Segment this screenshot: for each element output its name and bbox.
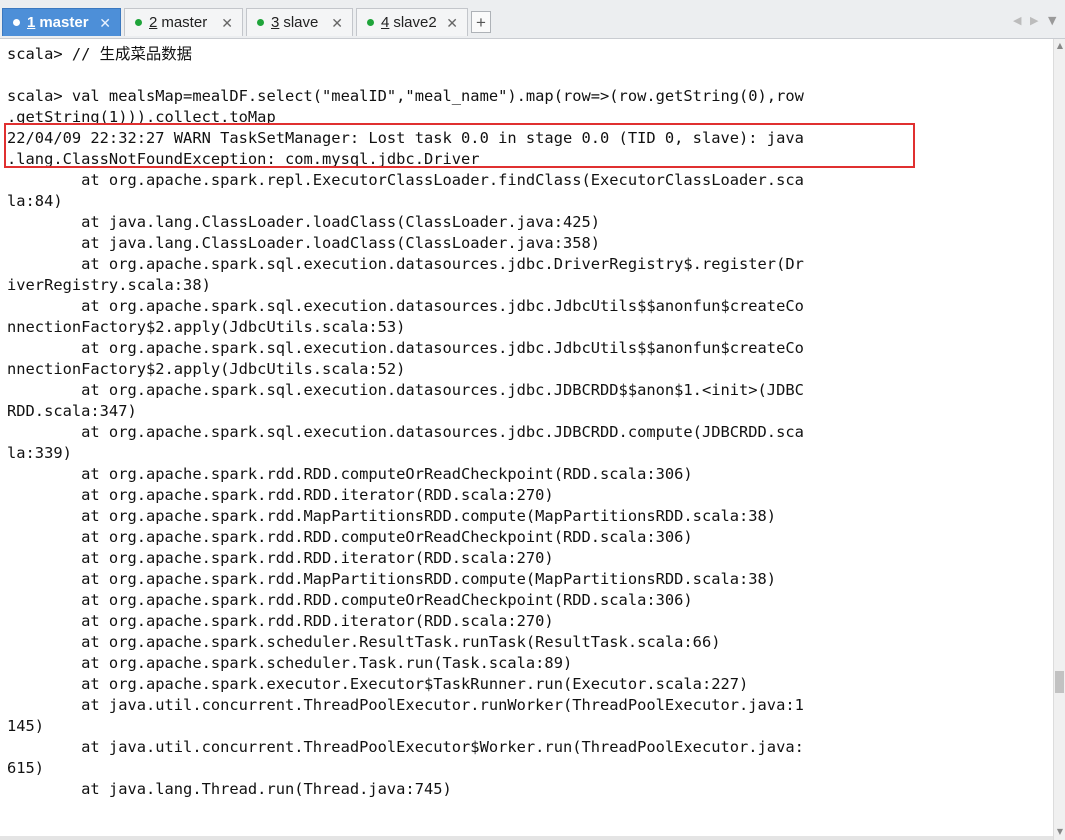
- terminal-line: at org.apache.spark.repl.ExecutorClassLo…: [7, 171, 804, 189]
- horizontal-scrollbar[interactable]: [0, 836, 1053, 840]
- scrollbar-thumb[interactable]: [1055, 671, 1064, 693]
- terminal-line: nnectionFactory$2.apply(JdbcUtils.scala:…: [7, 318, 406, 336]
- error-highlight-box: [4, 123, 915, 168]
- close-icon[interactable]: ✕: [331, 15, 343, 32]
- scroll-down-icon[interactable]: ▼: [1055, 827, 1065, 837]
- terminal-line: la:84): [7, 192, 63, 210]
- close-icon[interactable]: ✕: [221, 15, 233, 32]
- terminal-line: RDD.scala:347): [7, 402, 137, 420]
- tab-number: 4: [381, 14, 390, 31]
- terminal-line: at org.apache.spark.rdd.RDD.iterator(RDD…: [7, 486, 554, 504]
- status-dot-icon: [135, 19, 142, 26]
- tab-number: 1: [27, 14, 36, 31]
- tab-bar: 1 master ✕ 2 master ✕ 3 slave ✕ 4 slave2…: [0, 0, 1065, 39]
- terminal-line: at org.apache.spark.sql.execution.dataso…: [7, 297, 804, 315]
- status-dot-icon: [13, 19, 20, 26]
- terminal-line: 145): [7, 717, 45, 735]
- terminal-line: at org.apache.spark.rdd.RDD.computeOrRea…: [7, 591, 693, 609]
- terminal-line: nnectionFactory$2.apply(JdbcUtils.scala:…: [7, 360, 406, 378]
- tab-label: master: [161, 14, 208, 31]
- terminal-line: scala> val mealsMap=mealDF.select("mealI…: [7, 87, 804, 105]
- tab-menu-icon[interactable]: ▼: [1048, 14, 1056, 27]
- tab-label: slave2: [393, 14, 437, 31]
- terminal-line: at java.lang.ClassLoader.loadClass(Class…: [7, 213, 601, 231]
- terminal-output[interactable]: scala> // 生成菜品数据 scala> val mealsMap=meal…: [0, 39, 1053, 840]
- terminal-line: at org.apache.spark.executor.Executor$Ta…: [7, 675, 749, 693]
- tab-number: 3: [271, 14, 280, 31]
- tab-4-slave2[interactable]: 4 slave2 ✕: [356, 8, 468, 36]
- terminal-line: at org.apache.spark.rdd.RDD.iterator(RDD…: [7, 612, 554, 630]
- close-icon[interactable]: ✕: [99, 15, 111, 32]
- terminal-line: 615): [7, 759, 45, 777]
- scroll-tabs-left-icon[interactable]: ◀: [1013, 14, 1021, 27]
- terminal-line: at org.apache.spark.sql.execution.dataso…: [7, 339, 804, 357]
- terminal-line: at java.lang.Thread.run(Thread.java:745): [7, 780, 452, 798]
- terminal-line: iverRegistry.scala:38): [7, 276, 211, 294]
- terminal-line: at org.apache.spark.rdd.MapPartitionsRDD…: [7, 507, 777, 525]
- terminal-line: at org.apache.spark.sql.execution.dataso…: [7, 255, 804, 273]
- tab-2-master[interactable]: 2 master ✕: [124, 8, 243, 36]
- status-dot-icon: [257, 19, 264, 26]
- status-dot-icon: [367, 19, 374, 26]
- scroll-tabs-right-icon[interactable]: ▶: [1030, 14, 1038, 27]
- terminal-line: at org.apache.spark.sql.execution.dataso…: [7, 423, 804, 441]
- terminal-line: at org.apache.spark.sql.execution.dataso…: [7, 381, 804, 399]
- tab-1-master[interactable]: 1 master ✕: [2, 8, 121, 36]
- terminal-line: at org.apache.spark.rdd.RDD.computeOrRea…: [7, 528, 693, 546]
- terminal-line: at java.lang.ClassLoader.loadClass(Class…: [7, 234, 601, 252]
- terminal-line: at org.apache.spark.scheduler.Task.run(T…: [7, 654, 573, 672]
- terminal-line: scala> // 生成菜品数据: [7, 45, 193, 63]
- vertical-scrollbar[interactable]: ▲ ▼: [1053, 39, 1065, 840]
- tab-number: 2: [149, 14, 158, 31]
- tab-3-slave[interactable]: 3 slave ✕: [246, 8, 353, 36]
- close-icon[interactable]: ✕: [446, 15, 458, 32]
- terminal-line: la:339): [7, 444, 72, 462]
- terminal-line: at java.util.concurrent.ThreadPoolExecut…: [7, 696, 804, 714]
- tab-label: slave: [283, 14, 319, 31]
- terminal-line: at org.apache.spark.rdd.RDD.computeOrRea…: [7, 465, 693, 483]
- terminal-line: at org.apache.spark.rdd.RDD.iterator(RDD…: [7, 549, 554, 567]
- terminal-line: at java.util.concurrent.ThreadPoolExecut…: [7, 738, 804, 756]
- scroll-up-icon[interactable]: ▲: [1055, 41, 1065, 51]
- tab-label: master: [39, 14, 89, 31]
- terminal-line: at org.apache.spark.rdd.MapPartitionsRDD…: [7, 570, 777, 588]
- new-tab-button[interactable]: +: [471, 11, 491, 33]
- terminal-line: at org.apache.spark.scheduler.ResultTask…: [7, 633, 721, 651]
